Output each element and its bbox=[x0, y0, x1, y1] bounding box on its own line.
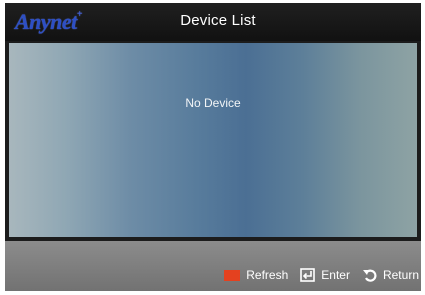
footer-bar: Refresh Enter Return bbox=[5, 241, 421, 291]
red-button-icon bbox=[224, 269, 241, 281]
return-label: Return bbox=[382, 268, 419, 282]
anynet-device-list-screen: Anynet+ Device List No Device Refresh En… bbox=[0, 0, 425, 295]
enter-label: Enter bbox=[321, 268, 350, 282]
header-bar: Anynet+ Device List bbox=[5, 3, 421, 41]
empty-message: No Device bbox=[185, 96, 241, 110]
page-title: Device List bbox=[180, 12, 256, 29]
enter-icon bbox=[300, 268, 316, 282]
device-list-panel[interactable]: No Device bbox=[9, 43, 417, 237]
return-icon bbox=[362, 268, 377, 282]
refresh-hint[interactable]: Refresh bbox=[224, 268, 288, 282]
enter-hint[interactable]: Enter bbox=[300, 268, 350, 282]
refresh-label: Refresh bbox=[246, 268, 289, 282]
return-hint[interactable]: Return bbox=[362, 268, 419, 282]
button-hints: Refresh Enter Return bbox=[212, 268, 419, 282]
device-list-frame: No Device bbox=[5, 41, 421, 241]
